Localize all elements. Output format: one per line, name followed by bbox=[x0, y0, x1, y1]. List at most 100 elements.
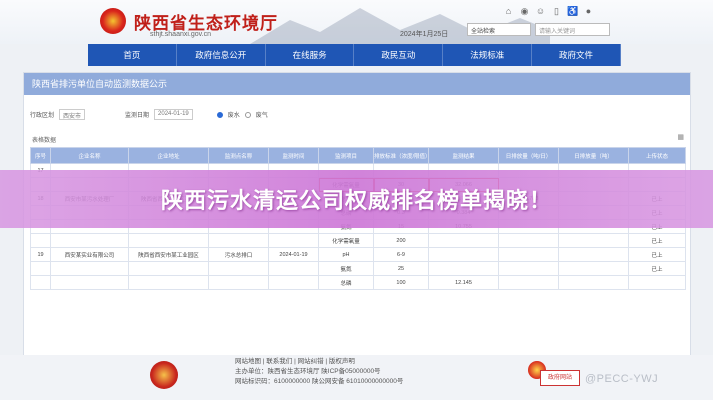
table-cell bbox=[208, 233, 269, 248]
wastewater-label: 废水 bbox=[227, 113, 240, 119]
nav-online-service[interactable]: 在线服务 bbox=[266, 44, 355, 66]
exhaust-radio[interactable] bbox=[244, 111, 251, 118]
table-cell: 已上 bbox=[628, 233, 686, 248]
table-cell: 污水总排口 bbox=[208, 247, 269, 262]
table-cell bbox=[268, 275, 319, 290]
col-header: 上传状态 bbox=[628, 147, 686, 164]
region-select[interactable]: 西安市 bbox=[59, 109, 86, 120]
footer-links[interactable]: 网站地图 | 联系我们 | 网站纠错 | 版权声明 bbox=[235, 357, 403, 367]
table-cell bbox=[428, 247, 499, 262]
page: 陕西省生态环境厅 sthjt.shaanxi.gov.cn 2024年1月25日… bbox=[0, 0, 713, 400]
table-cell bbox=[30, 275, 51, 290]
col-header: 监测时间 bbox=[268, 147, 319, 164]
table-row: 化学需氧量 200 已上 bbox=[30, 233, 686, 248]
mobile-icon[interactable]: ▯ bbox=[551, 6, 562, 17]
table-cell bbox=[50, 275, 129, 290]
table-cell: 已上 bbox=[628, 247, 686, 262]
headline-text: 陕西污水清运公司权威排名榜单揭晓！ bbox=[160, 188, 552, 213]
nav-regulations[interactable]: 法规标准 bbox=[443, 44, 533, 66]
table-cell: 2024-01-19 bbox=[268, 247, 319, 262]
table-cell bbox=[428, 261, 499, 276]
table-cell: 200 bbox=[373, 233, 429, 248]
table-cell bbox=[268, 233, 319, 248]
table-cell bbox=[128, 261, 209, 276]
site-header: 陕西省生态环境厅 sthjt.shaanxi.gov.cn 2024年1月25日… bbox=[0, 0, 713, 44]
table-cell bbox=[50, 261, 129, 276]
exhaust-label: 废气 bbox=[255, 113, 268, 119]
table-cell bbox=[208, 261, 269, 276]
col-header: 监测结果 bbox=[428, 147, 499, 164]
date-picker[interactable]: 2024-01-19 bbox=[154, 109, 193, 120]
footer-sponsor: 主办单位：陕西省生态环境厅 陕ICP备05000000号 bbox=[235, 368, 381, 375]
panel-title: 陕西省排污单位自动监测数据公示 bbox=[24, 73, 690, 95]
table-cell: pH bbox=[318, 247, 374, 262]
col-header: 序号 bbox=[30, 147, 51, 164]
table-row: 总磷 100 12.145 bbox=[30, 275, 686, 290]
nav-gov-info[interactable]: 政府信息公开 bbox=[177, 44, 266, 66]
table-cell bbox=[268, 261, 319, 276]
table-tab[interactable]: 表格数据 bbox=[32, 135, 56, 144]
table-cell: 化学需氧量 bbox=[318, 233, 374, 248]
table-row: 19 西安某实业有限公司 陕西省西安市某工业园区 污水总排口 2024-01-19 pH 6… bbox=[30, 247, 686, 262]
footer-info: 网站地图 | 联系我们 | 网站纠错 | 版权声明 主办单位：陕西省生态环境厅 … bbox=[235, 357, 403, 387]
table-cell bbox=[128, 233, 209, 248]
table-cell: 陕西省西安市某工业园区 bbox=[128, 247, 209, 262]
current-date: 2024年1月25日 bbox=[400, 31, 449, 38]
watermark: @PECC-YWJ bbox=[585, 373, 659, 385]
col-header: 日排放量（吨） bbox=[558, 147, 629, 164]
table-cell: 西安某实业有限公司 bbox=[50, 247, 129, 262]
table-cell: 12.145 bbox=[428, 275, 499, 290]
table-cell bbox=[30, 261, 51, 276]
col-header: 排放标准（浓度/限值） bbox=[373, 147, 431, 164]
table-cell: 总磷 bbox=[318, 275, 374, 290]
party-emblem-icon bbox=[150, 361, 178, 389]
main-nav: 首页 政府信息公开 在线服务 政民互动 法规标准 政府文件 bbox=[88, 44, 621, 66]
search-scope-select[interactable]: 全站检索 bbox=[467, 23, 531, 36]
weibo-icon[interactable]: ◉ bbox=[519, 6, 530, 17]
nav-interaction[interactable]: 政民互动 bbox=[354, 44, 444, 66]
table-cell: 6-9 bbox=[373, 247, 429, 262]
top-icon-bar: ⌂ ◉ ☺ ▯ ♿ ● bbox=[503, 6, 594, 17]
table-header-row: 序号 企业名称 企业地址 监测点名称 监测时间 监测项目 排放标准（浓度/限值）… bbox=[30, 147, 686, 164]
filter-bar: 行政区划 西安市 监测日期 2024-01-19 废水 废气 bbox=[30, 109, 268, 120]
table-cell bbox=[208, 275, 269, 290]
col-header: 日排放量（吨/日） bbox=[498, 147, 559, 164]
site-url: sthjt.shaanxi.gov.cn bbox=[150, 31, 211, 38]
table-cell bbox=[558, 247, 629, 262]
col-header: 监测项目 bbox=[318, 147, 374, 164]
table-cell bbox=[428, 233, 499, 248]
table-cell: 已上 bbox=[628, 261, 686, 276]
table-cell: 19 bbox=[30, 247, 51, 262]
table-cell bbox=[498, 261, 559, 276]
grid-view-icon[interactable]: ▦ bbox=[677, 133, 684, 141]
table-cell bbox=[128, 275, 209, 290]
table-cell: 氨氮 bbox=[318, 261, 374, 276]
col-header: 企业地址 bbox=[128, 147, 209, 164]
table-cell bbox=[558, 275, 629, 290]
table-cell bbox=[498, 275, 559, 290]
gov-site-link[interactable]: 政府网站 bbox=[540, 370, 580, 386]
nav-documents[interactable]: 政府文件 bbox=[532, 44, 621, 66]
footer-record: 网站标识码：6100000000 陕公网安备 61010000000000号 bbox=[235, 378, 404, 385]
table-cell bbox=[498, 247, 559, 262]
nav-home[interactable]: 首页 bbox=[88, 44, 177, 66]
table-cell bbox=[30, 233, 51, 248]
table-cell bbox=[50, 233, 129, 248]
home-icon[interactable]: ⌂ bbox=[503, 6, 514, 17]
table-cell: 25 bbox=[373, 261, 429, 276]
table-cell: 100 bbox=[373, 275, 429, 290]
table-cell bbox=[558, 233, 629, 248]
col-header: 企业名称 bbox=[50, 147, 129, 164]
wastewater-radio[interactable] bbox=[216, 111, 223, 118]
search-input[interactable]: 请输入关键词 bbox=[535, 23, 610, 36]
wechat-icon[interactable]: ☺ bbox=[535, 6, 546, 17]
accessibility-icon[interactable]: ♿ bbox=[567, 6, 578, 17]
national-emblem-icon bbox=[100, 8, 126, 34]
table-cell bbox=[498, 233, 559, 248]
col-header: 监测点名称 bbox=[208, 147, 269, 164]
table-cell bbox=[628, 275, 686, 290]
table-row: 氨氮 25 已上 bbox=[30, 261, 686, 276]
table-cell bbox=[558, 261, 629, 276]
user-icon[interactable]: ● bbox=[583, 6, 594, 17]
date-label: 监测日期 bbox=[125, 113, 150, 119]
